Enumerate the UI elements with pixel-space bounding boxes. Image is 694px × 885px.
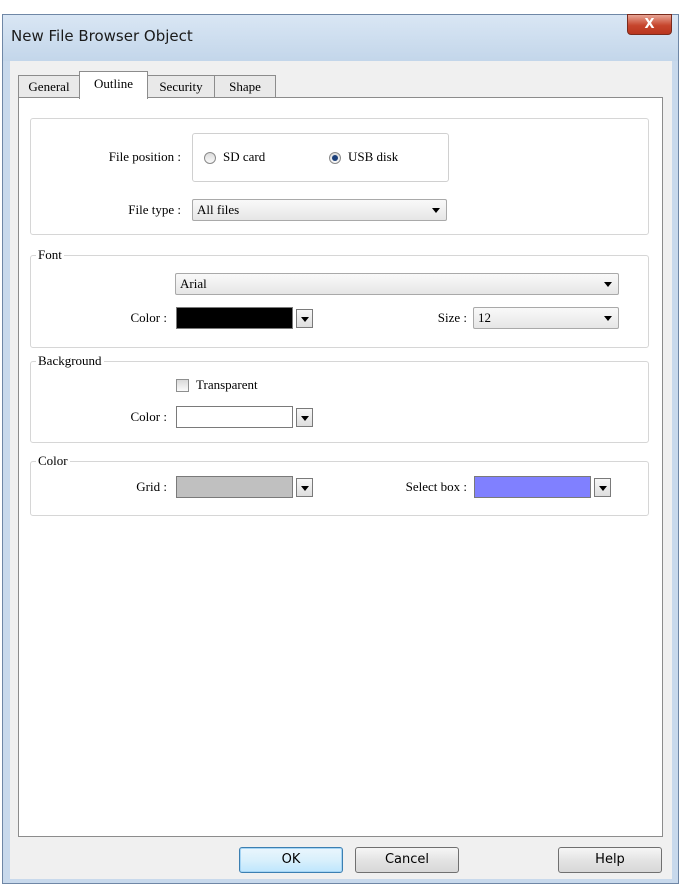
dialog-body: General Outline Security Shape File posi…	[10, 61, 672, 879]
grid-color-dropdown-button[interactable]	[296, 478, 313, 497]
background-color-label: Color :	[130, 409, 167, 424]
file-type-select[interactable]: All files	[192, 199, 447, 221]
window-title: New File Browser Object	[11, 27, 193, 45]
font-name-select[interactable]: Arial	[175, 273, 619, 295]
chevron-down-icon	[432, 208, 440, 213]
usb-disk-radio[interactable]	[329, 152, 341, 164]
background-color-dropdown-button[interactable]	[296, 408, 313, 427]
background-color-picker[interactable]	[176, 406, 316, 428]
color-group: Color Grid : Select box :	[30, 453, 649, 516]
chevron-down-icon	[604, 316, 612, 321]
background-color-swatch[interactable]	[176, 406, 293, 428]
font-group: Font Arial Color : Size : 12	[30, 247, 649, 348]
cancel-button[interactable]: Cancel	[355, 847, 459, 873]
background-group: Background Transparent Color :	[30, 353, 649, 443]
file-type-value: All files	[197, 202, 240, 217]
sd-card-radio[interactable]	[204, 152, 216, 164]
transparent-checkbox[interactable]	[176, 379, 189, 392]
help-button[interactable]: Help	[558, 847, 662, 873]
file-position-frame: SD card USB disk	[192, 133, 449, 182]
font-size-label: Size :	[437, 310, 467, 325]
transparent-label: Transparent	[196, 377, 258, 392]
select-box-color-picker[interactable]	[474, 476, 614, 498]
close-button[interactable]: X	[627, 14, 672, 35]
tab-outline[interactable]: Outline	[79, 71, 148, 99]
file-group: File position : SD card USB disk File ty…	[30, 118, 649, 235]
font-legend: Font	[36, 247, 64, 263]
select-box-color-label: Select box :	[405, 479, 467, 494]
tab-shape[interactable]: Shape	[214, 75, 276, 98]
font-size-select[interactable]: 12	[473, 307, 619, 329]
font-color-swatch[interactable]	[176, 307, 293, 329]
close-icon: X	[644, 17, 655, 32]
file-position-label: File position :	[108, 149, 181, 164]
font-size-value: 12	[478, 310, 491, 325]
color-legend: Color	[36, 453, 70, 469]
tab-general[interactable]: General	[18, 75, 80, 98]
dialog-window: New File Browser Object X General Outlin…	[2, 14, 679, 884]
font-color-label: Color :	[130, 310, 167, 325]
file-type-label: File type :	[128, 202, 181, 217]
grid-color-swatch[interactable]	[176, 476, 293, 498]
tab-security[interactable]: Security	[147, 75, 215, 98]
grid-color-label: Grid :	[136, 479, 167, 494]
chevron-down-icon	[604, 282, 612, 287]
font-color-picker[interactable]	[176, 307, 316, 329]
font-name-value: Arial	[180, 276, 207, 291]
usb-disk-label: USB disk	[348, 149, 399, 164]
title-bar[interactable]: New File Browser Object X	[3, 14, 678, 61]
outline-tab-panel: File position : SD card USB disk File ty…	[18, 97, 663, 837]
ok-button[interactable]: OK	[239, 847, 343, 873]
font-color-dropdown-button[interactable]	[296, 309, 313, 328]
sd-card-label: SD card	[223, 149, 266, 164]
background-legend: Background	[36, 353, 104, 369]
grid-color-picker[interactable]	[176, 476, 316, 498]
select-box-color-dropdown-button[interactable]	[594, 478, 611, 497]
select-box-color-swatch[interactable]	[474, 476, 591, 498]
